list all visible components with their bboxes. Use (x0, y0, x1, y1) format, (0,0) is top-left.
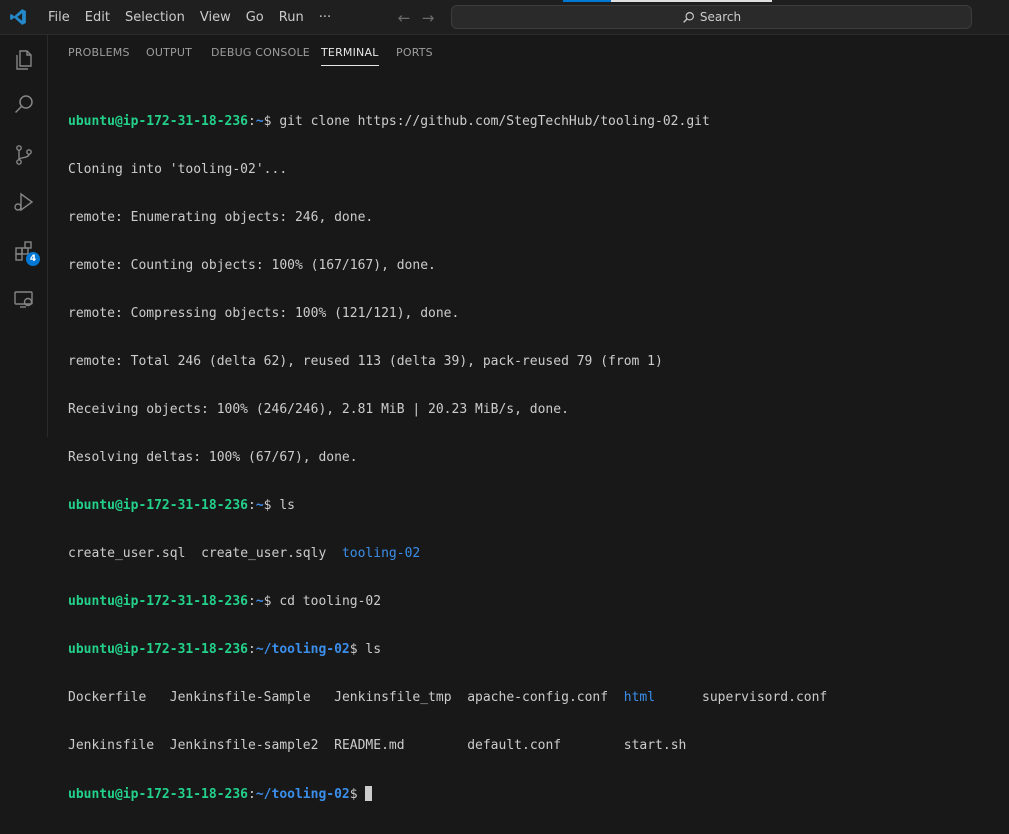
vscode-logo-icon[interactable] (9, 8, 27, 26)
ls-entry: Jenkinsfile-sample2 (169, 738, 319, 753)
ls-entry: start.sh (623, 738, 687, 753)
prompt-user: ubuntu@ip-172-31-18-236 (68, 594, 249, 609)
prompt-path: ~/tooling-02 (255, 642, 350, 657)
remote-explorer-button[interactable] (0, 279, 48, 319)
terminal-line: ubuntu@ip-172-31-18-236:~$ git clone htt… (68, 114, 710, 129)
ls-row: Dockerfile Jenkinsfile-Sample Jenkinsfil… (68, 690, 998, 706)
panel: PROBLEMS OUTPUT DEBUG CONSOLE TERMINAL P… (48, 35, 1009, 802)
title-accent (563, 0, 611, 2)
ls-entry: apache-config.conf (467, 690, 609, 705)
tab-terminal[interactable]: TERMINAL (321, 35, 379, 71)
terminal-line: remote: Total 246 (delta 62), reused 113… (68, 354, 663, 369)
search-icon (683, 11, 694, 23)
menu-bar: File Edit Selection View Go Run ··· (42, 0, 340, 35)
command-text: cd tooling-02 (279, 594, 382, 609)
search-label: Search (699, 10, 742, 24)
ls-entry: create_user.sqly (201, 546, 327, 561)
prompt-path: ~ (255, 594, 264, 609)
ls-directory: tooling-02 (341, 546, 421, 561)
ls-entry: Jenkinsfile-Sample (169, 690, 311, 705)
source-control-icon (16, 145, 32, 165)
remote-explorer-icon (14, 291, 33, 308)
terminal-line: remote: Enumerating objects: 246, done. (68, 210, 374, 225)
explorer-button[interactable] (0, 40, 48, 80)
search-view-button[interactable] (0, 85, 48, 125)
terminal-line: ubuntu@ip-172-31-18-236:~/tooling-02$ (68, 786, 998, 802)
panel-tabs: PROBLEMS OUTPUT DEBUG CONSOLE TERMINAL P… (48, 35, 1009, 71)
terminal-line: ubuntu@ip-172-31-18-236:~$ cd tooling-02 (68, 594, 382, 609)
title-accent-light (611, 0, 772, 2)
menu-view[interactable]: View (194, 0, 237, 35)
terminal-line: Cloning into 'tooling-02'... (68, 162, 288, 177)
command-text: git clone https://github.com/StegTechHub… (279, 114, 710, 129)
ls-entry: html (623, 690, 656, 705)
terminal-line: ubuntu@ip-172-31-18-236:~/tooling-02$ ls (68, 642, 382, 657)
ls-entry: create_user.sql (68, 546, 186, 561)
command-text: ls (279, 498, 295, 513)
tab-problems[interactable]: PROBLEMS (68, 35, 130, 71)
terminal-line: ubuntu@ip-172-31-18-236:~$ ls (68, 498, 295, 513)
prompt-user: ubuntu@ip-172-31-18-236 (68, 787, 249, 802)
menu-more[interactable]: ··· (313, 0, 337, 35)
ls-entry: Dockerfile (68, 690, 147, 705)
tab-debug-console[interactable]: DEBUG CONSOLE (211, 35, 310, 71)
run-debug-icon (14, 192, 34, 212)
terminal-line: create_user.sql create_user.sqly tooling… (68, 546, 998, 562)
terminal-cursor (365, 786, 373, 801)
command-center-search[interactable]: Search (451, 5, 972, 29)
source-control-button[interactable] (0, 135, 48, 175)
prompt-path: ~ (255, 114, 264, 129)
menu-run[interactable]: Run (273, 0, 310, 35)
command-text: ls (365, 642, 382, 657)
ls-entry: README.md (334, 738, 405, 753)
search-icon (14, 95, 33, 114)
terminal-line: remote: Counting objects: 100% (167/167)… (68, 258, 436, 273)
ls-entry: default.conf (467, 738, 562, 753)
ls-entry: supervisord.conf (702, 690, 828, 705)
forward-arrow-icon[interactable]: → (417, 9, 439, 27)
prompt-path: ~ (255, 498, 264, 513)
run-debug-button[interactable] (0, 182, 48, 222)
extensions-badge: 4 (26, 252, 40, 266)
extensions-button[interactable]: 4 (0, 231, 48, 271)
menu-file[interactable]: File (42, 0, 76, 35)
title-bar: File Edit Selection View Go Run ··· ← → … (0, 0, 1009, 35)
terminal-output[interactable]: ubuntu@ip-172-31-18-236:~$ git clone htt… (68, 82, 998, 834)
menu-selection[interactable]: Selection (119, 0, 191, 35)
menu-edit[interactable]: Edit (79, 0, 116, 35)
back-arrow-icon[interactable]: ← (393, 9, 415, 27)
menu-go[interactable]: Go (240, 0, 270, 35)
ls-entry: Jenkinsfile (68, 738, 155, 753)
activity-bar: 4 (0, 35, 48, 437)
navigation-arrows: ← → (393, 0, 441, 35)
prompt-user: ubuntu@ip-172-31-18-236 (68, 642, 249, 657)
files-icon (16, 50, 32, 70)
terminal-line: Receiving objects: 100% (246/246), 2.81 … (68, 402, 569, 417)
prompt-path: ~/tooling-02 (255, 787, 350, 802)
ls-row: Jenkinsfile Jenkinsfile-sample2 README.m… (68, 738, 998, 754)
tab-output[interactable]: OUTPUT (146, 35, 192, 71)
prompt-user: ubuntu@ip-172-31-18-236 (68, 498, 249, 513)
terminal-line: Resolving deltas: 100% (67/67), done. (68, 450, 358, 465)
ls-entry: Jenkinsfile_tmp (334, 690, 452, 705)
tab-ports[interactable]: PORTS (396, 35, 433, 71)
prompt-user: ubuntu@ip-172-31-18-236 (68, 114, 249, 129)
terminal-line: remote: Compressing objects: 100% (121/1… (68, 306, 460, 321)
